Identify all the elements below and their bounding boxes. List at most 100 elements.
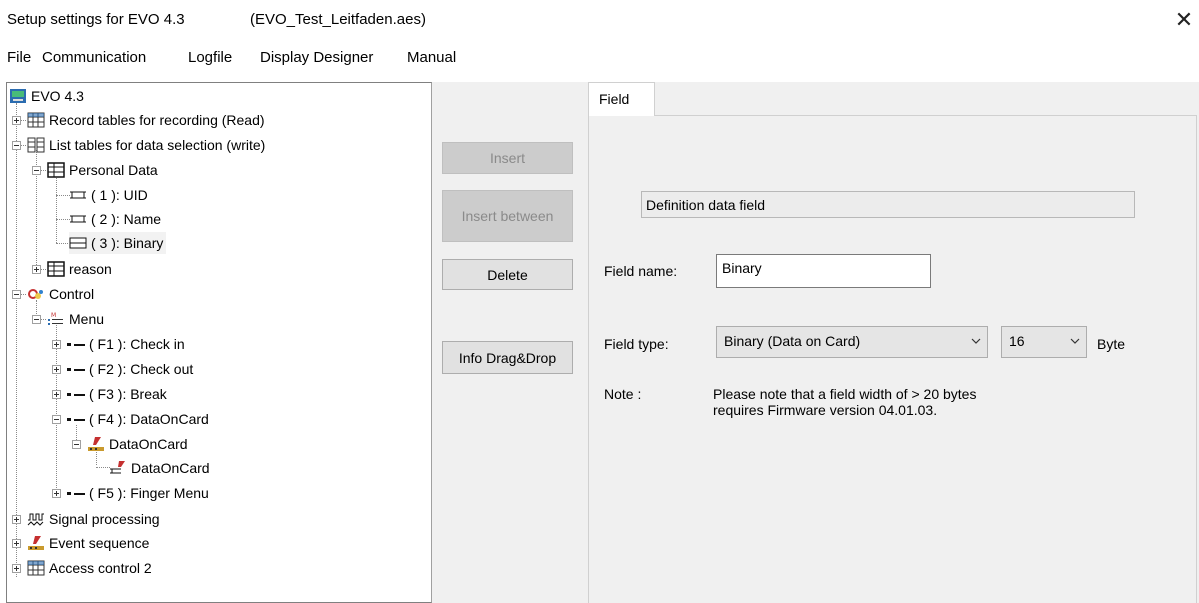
tab-field[interactable]: Field	[588, 82, 655, 116]
tree-label: ( F2 ): Check out	[89, 361, 194, 377]
tree-label: ( 2 ): Name	[91, 211, 162, 227]
tree-label: List tables for data selection (write)	[49, 137, 266, 153]
tree-item-dataoncard-action[interactable]: DataOnCard	[109, 457, 210, 479]
tree-label: ( 1 ): UID	[91, 187, 148, 203]
tree-item-f1[interactable]: ( F1 ): Check in	[67, 333, 185, 355]
collapse-icon[interactable]	[52, 415, 61, 424]
title-bar: Setup settings for EVO 4.3 (EVO_Test_Lei…	[0, 0, 1199, 40]
tree-label: ( F3 ): Break	[89, 386, 167, 402]
tree-item-control[interactable]: Control	[27, 283, 94, 305]
menu-bar: File Communication Logfile Display Desig…	[0, 42, 1199, 74]
expand-icon[interactable]	[52, 340, 61, 349]
tree-item-access-control[interactable]: Access control 2	[27, 557, 152, 579]
tree-item-list-tables[interactable]: List tables for data selection (write)	[27, 134, 265, 156]
tree-item-event-sequence[interactable]: Event sequence	[27, 532, 149, 554]
note-label: Note :	[604, 386, 642, 402]
size-select[interactable]: 16	[1001, 326, 1087, 358]
tree-item-personal-data[interactable]: Personal Data	[47, 159, 158, 181]
svg-text:M: M	[51, 312, 56, 319]
collapse-icon[interactable]	[12, 290, 21, 299]
expand-icon[interactable]	[12, 539, 21, 548]
field-name-label: Field name:	[604, 263, 678, 279]
table-icon	[47, 162, 65, 178]
expand-icon[interactable]	[52, 365, 61, 374]
expand-icon[interactable]	[52, 390, 61, 399]
tree-item-f3[interactable]: ( F3 ): Break	[67, 383, 167, 405]
tab-content: Definition data field Field name: Binary…	[588, 115, 1197, 603]
settings-tree[interactable]: EVO 4.3 Record tables for recording (Rea…	[6, 82, 432, 603]
expand-icon[interactable]	[12, 515, 21, 524]
menu-communication[interactable]: Communication	[42, 49, 146, 66]
collapse-icon[interactable]	[12, 141, 21, 150]
event-icon	[88, 437, 104, 451]
tree-label: EVO 4.3	[31, 88, 84, 104]
size-value: 16	[1009, 333, 1025, 349]
expand-icon[interactable]	[52, 489, 61, 498]
expand-icon[interactable]	[12, 116, 21, 125]
menu-key-icon	[67, 343, 85, 346]
field-type-value: Binary (Data on Card)	[724, 333, 861, 349]
size-unit: Byte	[1097, 336, 1126, 352]
tree-item-signal-processing[interactable]: Signal processing	[27, 508, 160, 530]
tree-item-f2[interactable]: ( F2 ): Check out	[67, 358, 193, 380]
window-file-name: (EVO_Test_Leitfaden.aes)	[250, 11, 426, 28]
event-icon	[28, 536, 44, 550]
tree-label: ( F5 ): Finger Menu	[89, 485, 209, 501]
tree-label: reason	[69, 261, 112, 277]
delete-button[interactable]: Delete	[442, 259, 573, 290]
collapse-icon[interactable]	[72, 440, 81, 449]
tree-label: Access control 2	[49, 560, 152, 576]
properties-panel: Field Definition data field Field name: …	[584, 82, 1199, 603]
tree-item-menu[interactable]: M Menu	[47, 308, 104, 330]
tree-item-reason[interactable]: reason	[47, 258, 112, 280]
field-type-select[interactable]: Binary (Data on Card)	[716, 326, 988, 358]
expand-icon[interactable]	[12, 564, 21, 573]
tree-label: Event sequence	[49, 535, 150, 551]
note-line-1: Please note that a field width of > 20 b…	[713, 386, 977, 402]
tree-label: DataOnCard	[131, 460, 210, 476]
chevron-down-icon	[971, 338, 981, 344]
menu-key-icon	[67, 368, 85, 371]
tree-item-field-name[interactable]: ( 2 ): Name	[69, 208, 161, 230]
field-icon	[70, 191, 86, 199]
tree-item-field-binary[interactable]: ( 3 ): Binary	[69, 232, 167, 254]
menu-key-icon	[67, 418, 85, 421]
tree-item-f5[interactable]: ( F5 ): Finger Menu	[67, 482, 209, 504]
tree-label: Menu	[69, 311, 105, 327]
tree-item-field-uid[interactable]: ( 1 ): UID	[69, 184, 148, 206]
signal-icon	[27, 513, 44, 526]
insert-between-button[interactable]: Insert between	[442, 190, 573, 242]
tree-label: Record tables for recording (Read)	[49, 112, 265, 128]
table-icon	[27, 560, 45, 576]
tree-label: ( F4 ): DataOnCard	[89, 411, 209, 427]
tree-item-f4[interactable]: ( F4 ): DataOnCard	[67, 408, 209, 430]
button-panel: Insert Insert between Delete Info Drag&D…	[432, 82, 584, 603]
tree-label: ( F1 ): Check in	[89, 336, 185, 352]
tree-item-record-tables[interactable]: Record tables for recording (Read)	[27, 109, 265, 131]
collapse-icon[interactable]	[32, 315, 41, 324]
tree-label: Signal processing	[49, 511, 160, 527]
menu-file[interactable]: File	[7, 49, 31, 66]
list-table-icon	[27, 137, 45, 153]
menu-key-icon	[67, 393, 85, 396]
device-icon	[10, 89, 26, 103]
tree-item-dataoncard-event[interactable]: DataOnCard	[87, 433, 188, 455]
field-icon	[70, 215, 86, 223]
table-icon	[47, 261, 65, 277]
tree-item-root[interactable]: EVO 4.3	[9, 85, 84, 107]
menu-logfile[interactable]: Logfile	[188, 49, 232, 66]
menu-key-icon	[67, 492, 85, 495]
collapse-icon[interactable]	[32, 166, 41, 175]
note-line-2: requires Firmware version 04.01.03.	[713, 402, 938, 418]
menu-manual[interactable]: Manual	[407, 49, 456, 66]
expand-icon[interactable]	[32, 265, 41, 274]
control-icon	[28, 289, 43, 299]
field-type-label: Field type:	[604, 336, 669, 352]
close-icon[interactable]: ✕	[1169, 6, 1199, 34]
field-icon	[69, 237, 87, 249]
insert-button[interactable]: Insert	[442, 142, 573, 174]
info-drag-drop-button[interactable]: Info Drag&Drop	[442, 341, 573, 374]
menu-display-designer[interactable]: Display Designer	[260, 49, 373, 66]
field-name-input[interactable]: Binary	[716, 254, 931, 288]
window-title: Setup settings for EVO 4.3	[7, 11, 185, 28]
